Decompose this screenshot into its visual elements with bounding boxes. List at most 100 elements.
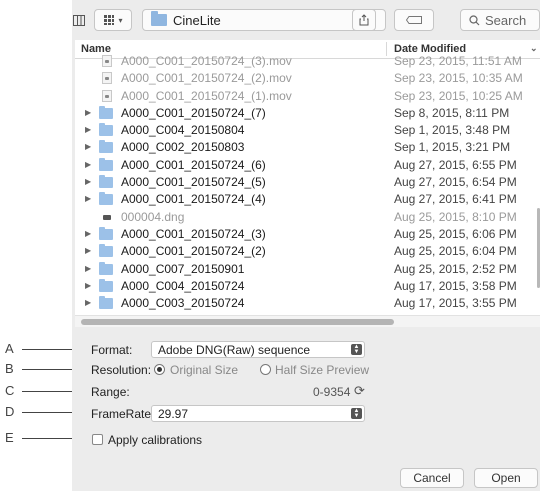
folder-icon bbox=[99, 123, 113, 137]
dng-file-icon bbox=[103, 214, 111, 220]
file-row[interactable]: ▶ A000_C004_20150804 Sep 1, 2015, 3:48 PM bbox=[75, 122, 540, 139]
file-row[interactable]: ▶ A000_C001_20150724_(2) Aug 25, 2015, 6:0… bbox=[75, 243, 540, 260]
disclosure-triangle-icon[interactable]: ▶ bbox=[85, 108, 91, 117]
file-list[interactable]: Name Date Modified ⌄ A000_C001_20150724_… bbox=[75, 40, 540, 327]
folder-icon bbox=[99, 105, 113, 119]
file-row[interactable]: ▶ A000_C001_20150724_(4) Aug 27, 2015, 6:4… bbox=[75, 191, 540, 208]
cancel-button-label: Cancel bbox=[413, 471, 451, 485]
disclosure-triangle-icon[interactable]: ▶ bbox=[85, 160, 91, 169]
range-value: 0-9354 bbox=[313, 385, 351, 399]
cancel-button[interactable]: Cancel bbox=[400, 468, 464, 488]
disclosure-triangle-icon[interactable]: ▶ bbox=[85, 142, 91, 151]
file-name: A000_C004_20150804 bbox=[121, 123, 245, 138]
tag-button[interactable] bbox=[394, 9, 434, 31]
file-date-modified: Aug 17, 2015, 3:58 PM bbox=[394, 278, 517, 293]
disclosure-triangle-icon[interactable]: ▶ bbox=[85, 229, 91, 238]
file-row[interactable]: ▶ A000_C001_20150724_(7) Sep 8, 2015, 8:11… bbox=[75, 105, 540, 122]
apply-calibrations-checkbox[interactable] bbox=[92, 434, 103, 445]
folder-icon bbox=[99, 175, 113, 189]
share-icon bbox=[359, 14, 369, 26]
file-name: A000_C002_20150803 bbox=[121, 140, 245, 155]
folder-icon bbox=[151, 11, 167, 26]
disclosure-triangle-icon[interactable]: ▶ bbox=[85, 298, 91, 307]
folder-icon bbox=[99, 296, 113, 310]
disclosure-triangle-icon[interactable]: ▶ bbox=[85, 246, 91, 255]
file-name: A000_C001_20150724_(7) bbox=[121, 105, 266, 120]
callout-letter-a: A bbox=[5, 341, 14, 356]
disclosure-triangle-icon[interactable]: ▶ bbox=[85, 264, 91, 273]
disclosure-triangle-icon[interactable]: ▶ bbox=[85, 177, 91, 186]
folder-icon bbox=[99, 278, 113, 292]
updown-chevron-icon: ▲▼ bbox=[351, 344, 362, 355]
file-name: A000_C001_20150724_(2).mov bbox=[121, 71, 292, 86]
radio-half-size-preview[interactable] bbox=[260, 364, 271, 375]
file-date-modified: Aug 25, 2015, 8:10 PM bbox=[394, 209, 517, 224]
file-name: A000_C001_20150724_(3) bbox=[121, 226, 266, 241]
grid-arrange-button[interactable]: ▾ bbox=[94, 9, 132, 31]
file-name: A000_C003_20150724 bbox=[121, 296, 245, 311]
file-date-modified: Sep 23, 2015, 11:51 AM bbox=[394, 54, 522, 68]
open-button[interactable]: Open bbox=[474, 468, 538, 488]
file-name: A000_C001_20150724_(2) bbox=[121, 244, 266, 259]
framerate-select[interactable]: 29.97 ▲ ▼ bbox=[151, 405, 365, 422]
search-placeholder: Search bbox=[485, 12, 527, 28]
radio-original-size-label: Original Size bbox=[170, 363, 239, 377]
resolution-label: Resolution: bbox=[91, 363, 152, 377]
callout-letter-e: E bbox=[5, 430, 14, 445]
file-row[interactable]: ▶ A000_C003_20150724 Aug 17, 2015, 3:55 PM bbox=[75, 295, 540, 312]
location-select[interactable]: CineLite ▲▼ bbox=[142, 9, 386, 31]
file-row[interactable]: A000_C001_20150724_(3).mov Sep 23, 2015, … bbox=[75, 53, 540, 70]
location-label: CineLite bbox=[173, 12, 221, 28]
file-date-modified: Aug 17, 2015, 3:55 PM bbox=[394, 296, 517, 311]
radio-original-size[interactable] bbox=[154, 364, 165, 375]
file-row[interactable]: A000_C001_20150724_(2).mov Sep 23, 2015, … bbox=[75, 70, 540, 87]
disclosure-triangle-icon[interactable]: ▶ bbox=[85, 281, 91, 290]
chevron-down-icon: ▾ bbox=[118, 15, 123, 25]
horizontal-scroll-thumb[interactable] bbox=[81, 319, 394, 325]
refresh-icon[interactable]: ⟳ bbox=[354, 383, 365, 399]
open-button-label: Open bbox=[491, 471, 521, 485]
file-date-modified: Sep 23, 2015, 10:35 AM bbox=[394, 71, 523, 86]
column-view-icon[interactable] bbox=[72, 9, 86, 31]
callout-letter-c: C bbox=[5, 383, 15, 398]
file-row[interactable]: ▶ A000_C001_20150724_(3) Aug 25, 2015, 6:0… bbox=[75, 226, 540, 243]
apply-calibrations-label: Apply calibrations bbox=[108, 433, 203, 447]
file-row[interactable]: ▶ A000_C007_20150901 Aug 25, 2015, 2:52 PM bbox=[75, 261, 540, 278]
folder-icon bbox=[99, 140, 113, 154]
movie-file-icon bbox=[102, 72, 112, 85]
file-row[interactable]: A000_C001_20150724_(1).mov Sep 23, 2015, … bbox=[75, 88, 540, 105]
file-row[interactable]: ▶ A000_C001_20150724_(5) Aug 27, 2015, 6:5… bbox=[75, 174, 540, 191]
search-icon bbox=[469, 14, 480, 25]
grid-arrange-icon bbox=[104, 15, 115, 25]
folder-icon bbox=[99, 192, 113, 206]
file-row[interactable]: ▶ A000_C002_20150803 Sep 1, 2015, 3:21 PM bbox=[75, 139, 540, 156]
search-field[interactable]: Search bbox=[460, 9, 540, 31]
file-date-modified: Aug 25, 2015, 6:06 PM bbox=[394, 226, 517, 241]
toolbar: ▾ CineLite ▲▼ Search bbox=[72, 0, 540, 40]
file-date-modified: Sep 1, 2015, 3:48 PM bbox=[394, 123, 511, 138]
movie-file-icon bbox=[102, 89, 112, 102]
framerate-label: FrameRate: bbox=[91, 407, 155, 421]
file-name: 000004.dng bbox=[121, 209, 185, 224]
file-row[interactable]: 000004.dng Aug 25, 2015, 8:10 PM bbox=[75, 209, 540, 226]
horizontal-scrollbar[interactable] bbox=[75, 315, 540, 327]
file-name: A000_C001_20150724_(6) bbox=[121, 157, 266, 172]
disclosure-triangle-icon[interactable]: ▶ bbox=[85, 125, 91, 134]
file-date-modified: Sep 23, 2015, 10:25 AM bbox=[394, 88, 523, 103]
file-rows: A000_C001_20150724_(3).mov Sep 23, 2015, … bbox=[75, 53, 540, 312]
disclosure-triangle-icon[interactable]: ▶ bbox=[85, 194, 91, 203]
file-row[interactable]: ▶ A000_C004_20150724 Aug 17, 2015, 3:58 PM bbox=[75, 278, 540, 295]
file-row[interactable]: ▶ A000_C001_20150724_(6) Aug 27, 2015, 6:5… bbox=[75, 157, 540, 174]
file-name: A000_C001_20150724_(4) bbox=[121, 192, 266, 207]
folder-icon bbox=[99, 226, 113, 240]
file-date-modified: Sep 1, 2015, 3:21 PM bbox=[394, 140, 511, 155]
format-select[interactable]: Adobe DNG(Raw) sequence ▲ ▼ bbox=[151, 341, 365, 358]
file-date-modified: Aug 27, 2015, 6:41 PM bbox=[394, 192, 517, 207]
file-date-modified: Aug 27, 2015, 6:55 PM bbox=[394, 157, 517, 172]
open-dialog: ▾ CineLite ▲▼ Search Name D bbox=[72, 0, 540, 491]
share-button[interactable] bbox=[352, 9, 376, 31]
tag-icon bbox=[406, 16, 422, 24]
file-name: A000_C004_20150724 bbox=[121, 278, 245, 293]
framerate-value: 29.97 bbox=[158, 406, 189, 421]
folder-icon bbox=[99, 244, 113, 258]
